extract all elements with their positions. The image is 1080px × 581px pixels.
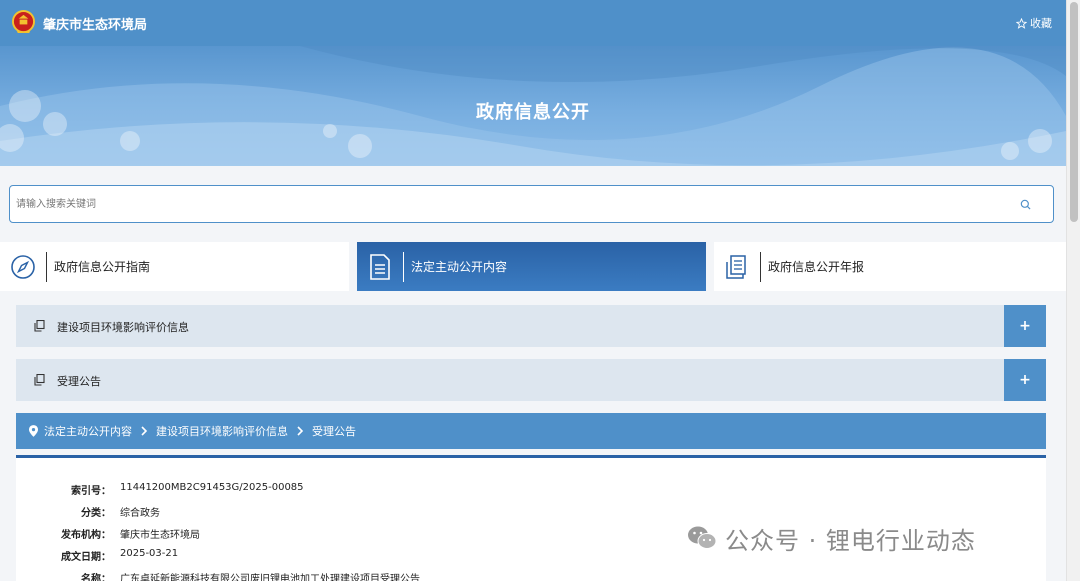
tab-annual-report[interactable]: 政府信息公开年报 — [714, 242, 1066, 291]
tab-statutory-content[interactable]: 法定主动公开内容 — [357, 242, 706, 291]
watermark-text: 公众号 · 锂电行业动态 — [725, 526, 976, 555]
search-box — [9, 185, 1054, 223]
detail-value: 广东卓延新能源科技有限公司废旧锂电池加工处理建设项目受理公告 — [120, 574, 420, 581]
star-icon — [1016, 17, 1027, 29]
page-scrollbar[interactable] — [1066, 0, 1080, 581]
search-icon[interactable] — [1019, 198, 1033, 212]
scrollbar-thumb[interactable] — [1070, 2, 1078, 222]
chevron-right-icon — [297, 426, 304, 436]
copy-icon — [34, 320, 45, 332]
detail-value: 综合政务 — [120, 508, 160, 519]
favorite-label: 收藏 — [1030, 17, 1052, 30]
expand-button[interactable]: + — [1004, 359, 1046, 401]
detail-key: 发布机构： — [61, 530, 111, 541]
page-title: 政府信息公开 — [476, 102, 590, 123]
section-eia-info[interactable]: 建设项目环境影响评价信息 + — [16, 305, 1046, 347]
search-input[interactable] — [16, 194, 996, 214]
chevron-right-icon — [141, 426, 148, 436]
wechat-icon — [688, 526, 717, 549]
document-icon — [370, 253, 390, 280]
detail-value: 11441200MB2C91453G/2025-00085 — [120, 482, 304, 493]
section-acceptance-notice[interactable]: 受理公告 + — [16, 359, 1046, 401]
detail-key: 成文日期： — [61, 552, 111, 563]
report-icon — [726, 254, 746, 279]
breadcrumb: 法定主动公开内容 建设项目环境影响评价信息 受理公告 — [16, 413, 1046, 449]
tab-label: 政府信息公开指南 — [54, 260, 151, 274]
watermark: 公众号 · 锂电行业动态 — [687, 521, 976, 555]
breadcrumb-item[interactable]: 法定主动公开内容 — [44, 423, 132, 439]
tab-separator — [403, 251, 404, 282]
tab-guide[interactable]: 政府信息公开指南 — [0, 242, 349, 291]
section-label: 受理公告 — [57, 375, 101, 388]
location-pin-icon — [29, 425, 38, 437]
banner: 政府信息公开 — [0, 46, 1066, 166]
copy-icon — [34, 374, 45, 386]
detail-key: 分类： — [81, 508, 111, 519]
detail-value: 2025-03-21 — [120, 548, 179, 559]
page: 肇庆市生态环境局 收藏 政府信息公开 请输入搜索关键词 政府信息公开指南 法定主… — [0, 0, 1066, 581]
national-emblem-icon — [12, 10, 35, 34]
tab-separator — [760, 251, 761, 282]
tab-label: 政府信息公开年报 — [768, 260, 865, 274]
tab-separator — [46, 251, 47, 282]
tab-label: 法定主动公开内容 — [411, 260, 508, 274]
tab-bar: 政府信息公开指南 法定主动公开内容 政府信息公开年报 — [0, 242, 1066, 291]
document-details: 索引号： 11441200MB2C91453G/2025-00085 分类： 综… — [16, 455, 1046, 581]
site-name[interactable]: 肇庆市生态环境局 — [43, 14, 147, 33]
favorite-button[interactable]: 收藏 — [1016, 15, 1052, 31]
detail-key: 名称： — [81, 574, 111, 581]
section-label: 建设项目环境影响评价信息 — [57, 321, 189, 334]
expand-button[interactable]: + — [1004, 305, 1046, 347]
detail-value: 肇庆市生态环境局 — [120, 530, 200, 541]
top-bar: 肇庆市生态环境局 收藏 — [0, 0, 1066, 46]
breadcrumb-item[interactable]: 受理公告 — [312, 423, 356, 439]
breadcrumb-item[interactable]: 建设项目环境影响评价信息 — [156, 423, 288, 439]
compass-icon — [11, 254, 35, 279]
detail-key: 索引号： — [71, 486, 111, 497]
